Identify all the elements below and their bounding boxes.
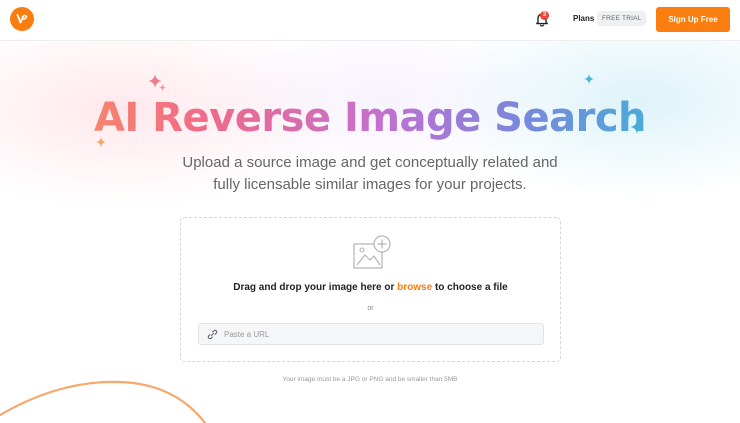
vecteezy-logo-icon xyxy=(16,14,28,24)
subtitle-line: Upload a source image and get conceptual… xyxy=(182,154,558,171)
image-add-icon xyxy=(353,235,391,269)
sign-up-button[interactable]: Sign Up Free xyxy=(656,7,730,32)
free-trial-badge: FREE TRIAL xyxy=(597,11,647,26)
page-subtitle: Upload a source image and get conceptual… xyxy=(0,152,740,196)
notification-badge: 3 xyxy=(540,11,549,20)
decorative-swoosh xyxy=(0,380,207,423)
subtitle-line: fully licensable similar images for your… xyxy=(213,176,527,193)
drag-drop-prefix: Drag and drop your image here or xyxy=(233,282,398,293)
top-nav: 3 Plans FREE TRIAL Sign Up Free xyxy=(0,0,740,41)
drag-drop-text: Drag and drop your image here or browse … xyxy=(181,282,560,293)
sparkle-icon xyxy=(159,84,166,91)
plans-link[interactable]: Plans xyxy=(573,14,594,23)
page-title: AI Reverse Image Search xyxy=(0,93,740,143)
link-icon xyxy=(207,329,218,340)
drag-drop-suffix: to choose a file xyxy=(432,282,508,293)
url-field[interactable] xyxy=(198,323,544,345)
image-drop-zone[interactable]: Drag and drop your image here or browse … xyxy=(180,217,561,362)
url-input[interactable] xyxy=(224,324,534,344)
logo[interactable] xyxy=(10,7,34,31)
browse-link[interactable]: browse xyxy=(397,282,432,293)
or-separator: or xyxy=(367,305,374,312)
sparkle-icon xyxy=(584,74,594,84)
